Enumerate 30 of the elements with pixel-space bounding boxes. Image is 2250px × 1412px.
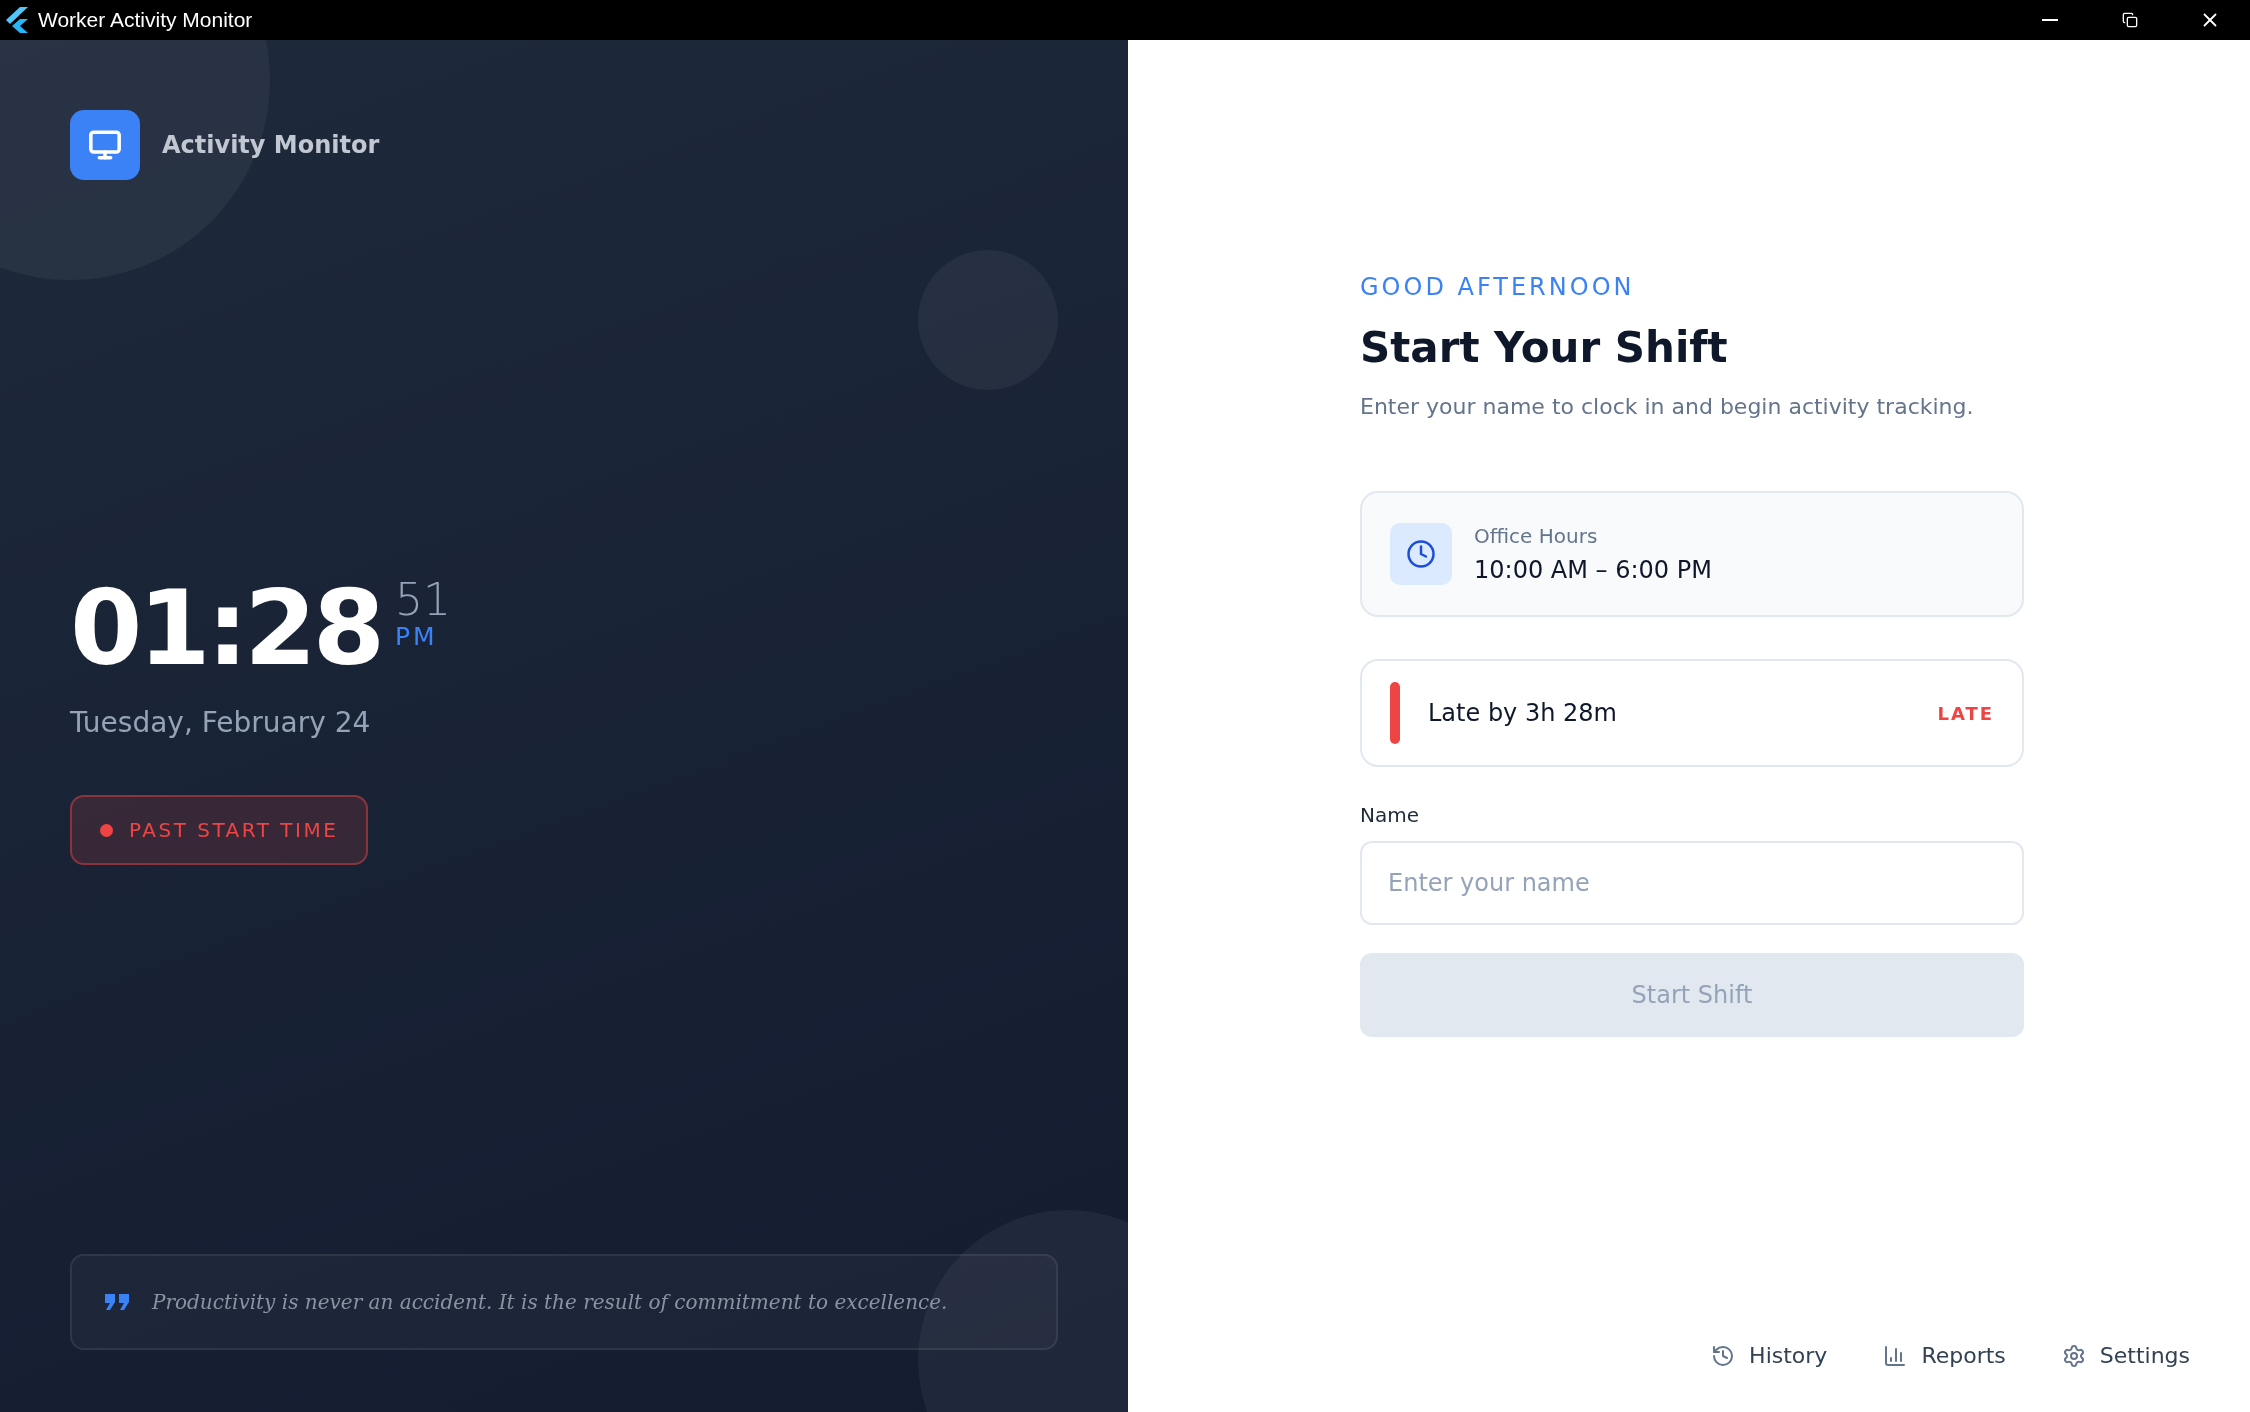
- clock-seconds: 51: [395, 578, 452, 622]
- footer-link[interactable]: History: [1711, 1343, 1828, 1368]
- late-label: LATE: [1937, 702, 1994, 724]
- quote-icon: [104, 1293, 130, 1311]
- quote-text: Productivity is never an accident. It is the result of commitment to excellence.: [152, 1290, 948, 1314]
- subtitle: Enter your name to clock in and begin activity tracking.: [1360, 394, 1975, 419]
- date-text: Tuesday, February 24: [70, 706, 372, 739]
- greeting: GOOD AFTERNOON: [1360, 273, 1636, 301]
- brand-name: Activity Monitor: [162, 131, 380, 159]
- window-title: Worker Activity Monitor: [38, 8, 254, 32]
- office-hours-value: 10:00 AM – 6:00 PM: [1474, 556, 1712, 584]
- name-input[interactable]: Enter your name: [1360, 841, 2024, 925]
- settings-icon: [2061, 1343, 2086, 1368]
- footer-link[interactable]: Reports: [1883, 1343, 2006, 1368]
- page-title: Start Your Shift: [1360, 323, 1729, 372]
- footer-link[interactable]: Settings: [2061, 1343, 2190, 1368]
- monitor-icon: [70, 110, 140, 180]
- minimize-icon: [2042, 19, 2058, 21]
- office-hours-label: Office Hours: [1474, 524, 1599, 548]
- clock-time: 01:28: [70, 576, 382, 680]
- restore-icon: [2122, 12, 2138, 28]
- status-text: PAST START TIME: [129, 818, 339, 842]
- bar-chart-icon: [1883, 1343, 1908, 1368]
- clock-period: PM: [395, 622, 439, 651]
- clock-icon: [1390, 523, 1452, 585]
- status-dot: [100, 823, 113, 837]
- history-icon: [1711, 1343, 1736, 1368]
- late-text: Late by 3h 28m: [1428, 699, 1618, 727]
- name-label: Name: [1360, 803, 1420, 827]
- app-logo-icon: [6, 7, 30, 33]
